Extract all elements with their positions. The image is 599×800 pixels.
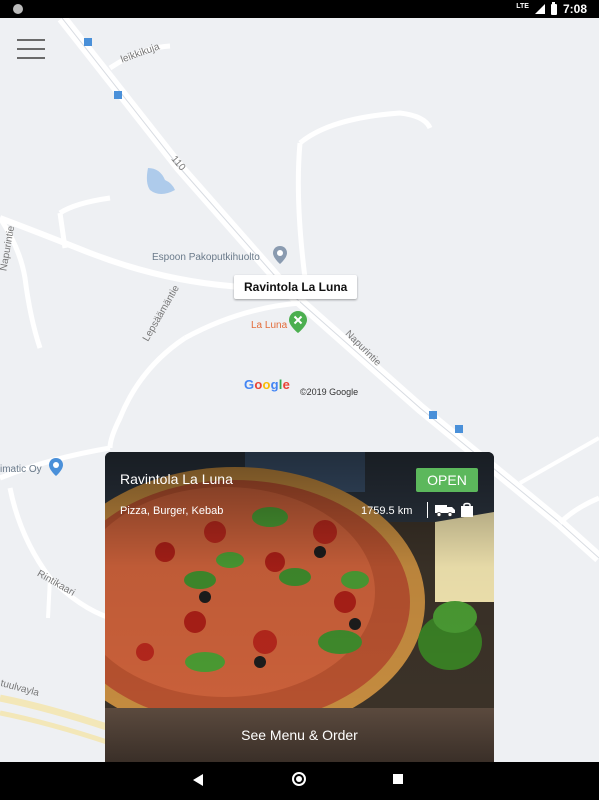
back-icon[interactable] (193, 774, 203, 786)
google-logo: Google (244, 377, 290, 392)
truck-icon (435, 503, 455, 517)
marker-info-window[interactable]: Ravintola La Luna (234, 275, 358, 299)
menu-line (17, 48, 45, 50)
poi-label: Espoon Pakoputkihuolto (152, 252, 260, 263)
google-letter: e (282, 377, 291, 392)
google-letter: g (270, 377, 279, 392)
location-pin-icon[interactable] (273, 246, 287, 264)
navigation-bar (0, 762, 599, 800)
poi-label: imatic Oy (0, 464, 42, 475)
restaurant-card[interactable]: Ravintola La Luna OPEN Pizza, Burger, Ke… (105, 452, 494, 762)
menu-line (17, 57, 45, 59)
google-letter: o (262, 377, 271, 392)
marker-label: La Luna (251, 320, 288, 331)
lte-label: LTE (516, 2, 529, 10)
recent-apps-icon[interactable] (393, 774, 403, 784)
menu-line (17, 39, 45, 41)
clock-time: 7:08 (562, 2, 587, 16)
notification-icon (13, 4, 23, 14)
status-bar: LTE 7:08 (0, 0, 599, 18)
restaurant-marker-icon[interactable] (289, 311, 307, 333)
signal-icon (534, 4, 545, 14)
home-icon[interactable] (292, 772, 306, 786)
restaurant-name: Ravintola La Luna (120, 471, 233, 487)
menu-icon[interactable] (17, 39, 45, 61)
google-letter: G (244, 377, 255, 392)
map-copyright: ©2019 Google (300, 387, 359, 397)
distance-text: 1759.5 km (361, 505, 413, 517)
shopping-bag-icon (460, 502, 474, 517)
cuisine-text: Pizza, Burger, Kebab (120, 505, 224, 517)
open-status-badge: OPEN (416, 468, 478, 492)
status-right: LTE 7:08 (516, 0, 587, 18)
location-pin-icon[interactable] (49, 458, 63, 476)
divider (427, 502, 428, 518)
battery-icon (550, 1, 557, 15)
see-menu-order-button[interactable]: See Menu & Order (105, 708, 494, 762)
